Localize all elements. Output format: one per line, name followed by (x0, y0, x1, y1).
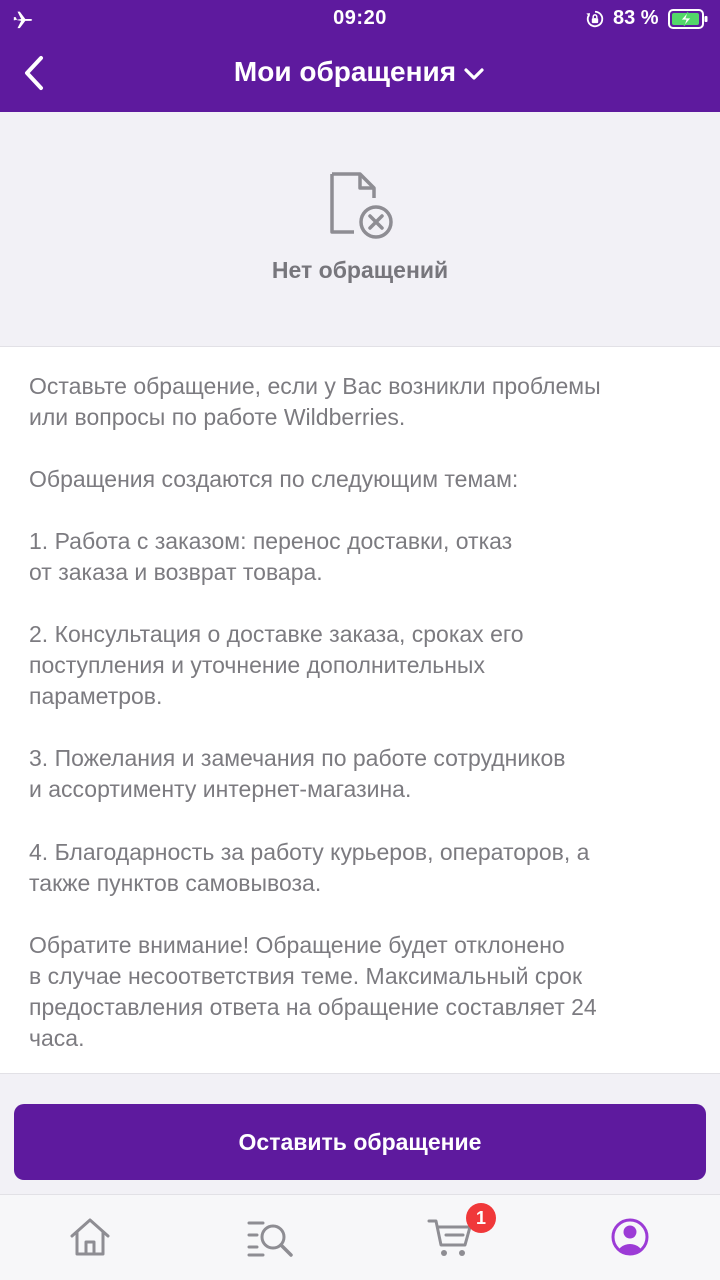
catalog-search-icon (247, 1221, 293, 1257)
empty-state: Нет обращений (0, 112, 720, 346)
info-paragraph: Оставьте обращение, если у Вас возникли … (29, 373, 601, 430)
chevron-down-icon (464, 67, 484, 80)
cart-badge: 1 (466, 1203, 496, 1233)
create-request-button[interactable]: Оставить обращение (14, 1104, 706, 1180)
tab-profile[interactable] (602, 1209, 658, 1265)
info-paragraph: Обращения создаются по следующим темам: (29, 466, 519, 492)
tab-catalog-search[interactable] (242, 1209, 298, 1265)
empty-state-text: Нет обращений (271, 257, 449, 283)
status-bar: 09:20 83 % (0, 0, 720, 38)
info-paragraph: 2. Консультация о доставке заказа, срока… (29, 621, 524, 709)
tab-home[interactable] (62, 1209, 118, 1265)
battery-charging-icon (668, 9, 708, 29)
status-time: 09:20 (333, 7, 387, 29)
top-bar: 09:20 83 % Мои обращения (0, 0, 720, 112)
profile-icon (611, 1218, 649, 1256)
info-section: Оставьте обращение, если у Вас возникли … (0, 346, 720, 1074)
home-icon (70, 1218, 110, 1256)
battery-percent: 83 % (613, 7, 659, 29)
header-title-dropdown[interactable]: Мои обращения (0, 56, 720, 88)
info-paragraph: Обратите внимание! Обращение будет откло… (29, 932, 597, 1051)
info-paragraph: 4. Благодарность за работу курьеров, опе… (29, 839, 590, 896)
orientation-lock-icon (586, 10, 604, 28)
page-title: Мои обращения (233, 56, 457, 87)
info-paragraph: 1. Работа с заказом: перенос доставки, о… (29, 528, 513, 585)
bottom-tab-bar: 1 (0, 1194, 720, 1280)
info-paragraph: 3. Пожелания и замечания по работе сотру… (29, 745, 566, 802)
document-x-icon (330, 172, 393, 239)
